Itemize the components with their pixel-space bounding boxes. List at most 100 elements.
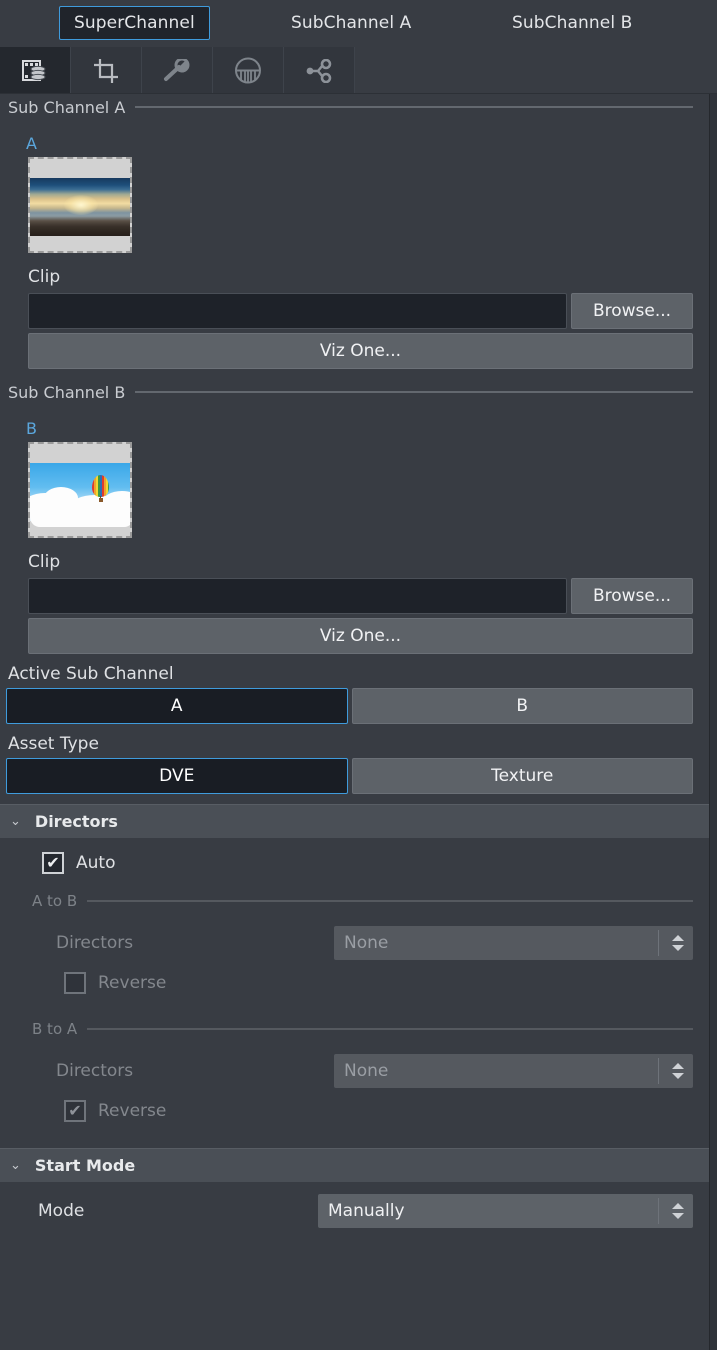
a-to-b-directors-label: Directors [56,933,134,953]
media-icon [22,59,48,83]
start-mode-select[interactable]: Manually [318,1194,693,1228]
spinner-separator [658,930,659,956]
b-to-a-directors-select[interactable]: None [334,1054,693,1088]
tab-subchannel-b-label: SubChannel B [512,13,633,33]
icon-tab-media[interactable] [0,47,71,94]
sub-channel-b-browse-button[interactable]: Browse... [571,578,693,614]
sub-channel-b-vizone-button[interactable]: Viz One... [28,618,693,654]
a-to-b-directors-row: Directors None [0,914,709,960]
sub-channel-b-clip-row: Browse... [0,578,709,614]
group-sub-channel-b: Sub Channel B [0,379,709,405]
sunset-beach-image [30,178,130,236]
group-a-to-b: A to B [0,888,709,914]
sub-channel-a-clip-row: Browse... [0,293,709,329]
properties-panel: Sub Channel A A Clip Browse... Viz One..… [0,94,710,1350]
active-sub-channel-option-a[interactable]: A [6,688,348,724]
chevron-up-icon[interactable] [672,935,684,941]
group-b-to-a: B to A [0,1016,709,1042]
section-body-directors: ✔ Auto A to B Directors None Reverse B t… [0,838,709,1130]
tab-subchannel-a-label: SubChannel A [291,13,412,33]
group-sub-channel-b-label: Sub Channel B [8,382,126,402]
hot-air-balloon-image [30,463,130,527]
sub-channel-b-thumbnail[interactable] [28,442,132,538]
b-to-a-directors-row: Directors None [0,1042,709,1088]
chevron-down-icon: ⌄ [10,814,21,829]
icon-tab-crop[interactable] [71,47,142,94]
a-to-b-reverse-label: Reverse [98,973,167,993]
sub-channel-b-letter: B [26,419,37,438]
icon-tab-bar [0,47,717,94]
b-to-a-reverse-row[interactable]: ✔ Reverse [0,1088,709,1122]
group-sub-channel-a: Sub Channel A [0,94,709,120]
active-sub-channel-label: Active Sub Channel [8,664,174,684]
chevron-down-icon[interactable] [672,945,684,951]
tab-subchannel-b[interactable]: SubChannel B [498,7,646,39]
tab-subchannel-a[interactable]: SubChannel A [277,7,425,39]
sub-channel-a-letter: A [26,134,37,153]
asset-type-option-dve[interactable]: DVE [6,758,348,794]
chevron-down-icon: ⌄ [10,1158,21,1173]
section-header-start-mode[interactable]: ⌄ Start Mode [0,1148,709,1182]
start-mode-label: Mode [38,1201,85,1221]
a-to-b-reverse-checkbox[interactable] [64,972,86,994]
auto-checkbox-label: Auto [76,853,116,873]
basket-icon [234,57,262,84]
icon-tab-key[interactable] [142,47,213,94]
cloud-shape [30,507,130,527]
auto-checkbox-row[interactable]: ✔ Auto [0,838,709,884]
section-title-start-mode: Start Mode [34,1156,136,1175]
crop-icon [93,58,119,84]
balloon-basket [99,498,103,502]
b-to-a-directors-value: None [344,1061,389,1081]
panel-right-edge [710,94,717,1350]
spinner-arrows[interactable] [672,1194,684,1228]
asset-type-toggle-group: DVE Texture [0,758,709,794]
a-to-b-reverse-row[interactable]: Reverse [0,960,709,994]
group-b-to-a-label: B to A [32,1020,78,1038]
group-rule [87,1028,693,1030]
a-to-b-directors-select[interactable]: None [334,926,693,960]
sub-channel-b-clip-input[interactable] [28,578,567,614]
spinner-arrows[interactable] [672,926,684,960]
b-to-a-reverse-checkbox[interactable]: ✔ [64,1100,86,1122]
group-rule [87,900,693,902]
balloon-envelope [92,475,109,497]
asset-type-label: Asset Type [8,734,99,754]
section-title-directors: Directors [34,812,118,831]
auto-checkbox[interactable]: ✔ [42,852,64,874]
sub-channel-a-browse-button[interactable]: Browse... [571,293,693,329]
chevron-up-icon[interactable] [672,1063,684,1069]
tab-superchannel[interactable]: SuperChannel [59,6,210,41]
group-a-to-b-label: A to B [32,892,78,910]
start-mode-row: Mode Manually [0,1182,709,1228]
tab-superchannel-label: SuperChannel [74,13,195,33]
active-sub-channel-option-b[interactable]: B [351,688,693,724]
chevron-up-icon[interactable] [672,1203,684,1209]
section-header-directors[interactable]: ⌄ Directors [0,804,709,838]
active-sub-channel-toggle-group: A B [0,688,709,724]
channel-tab-bar: SuperChannel SubChannel A SubChannel B [0,0,717,45]
sub-channel-a-vizone-button[interactable]: Viz One... [28,333,693,369]
chevron-down-icon[interactable] [672,1073,684,1079]
b-to-a-reverse-label: Reverse [98,1101,167,1121]
sub-channel-b-clip-label: Clip [28,552,61,572]
b-to-a-directors-label: Directors [56,1061,134,1081]
asset-type-option-texture[interactable]: Texture [351,758,693,794]
start-mode-value: Manually [328,1201,405,1221]
sub-channel-a-thumbnail[interactable] [28,157,132,253]
spinner-arrows[interactable] [672,1054,684,1088]
key-icon [163,58,191,83]
section-body-start-mode: Mode Manually [0,1182,709,1236]
sub-channel-a-clip-input[interactable] [28,293,567,329]
group-sub-channel-a-label: Sub Channel A [8,97,126,117]
spinner-separator [658,1058,659,1084]
chevron-down-icon[interactable] [672,1213,684,1219]
icon-tab-transition[interactable] [284,47,355,94]
group-rule [135,106,693,108]
spinner-separator [658,1198,659,1224]
group-rule [135,391,693,393]
a-to-b-directors-value: None [344,933,389,953]
sub-channel-a-clip-label: Clip [28,267,61,287]
icon-tab-basket[interactable] [213,47,284,94]
transition-icon [305,58,333,83]
